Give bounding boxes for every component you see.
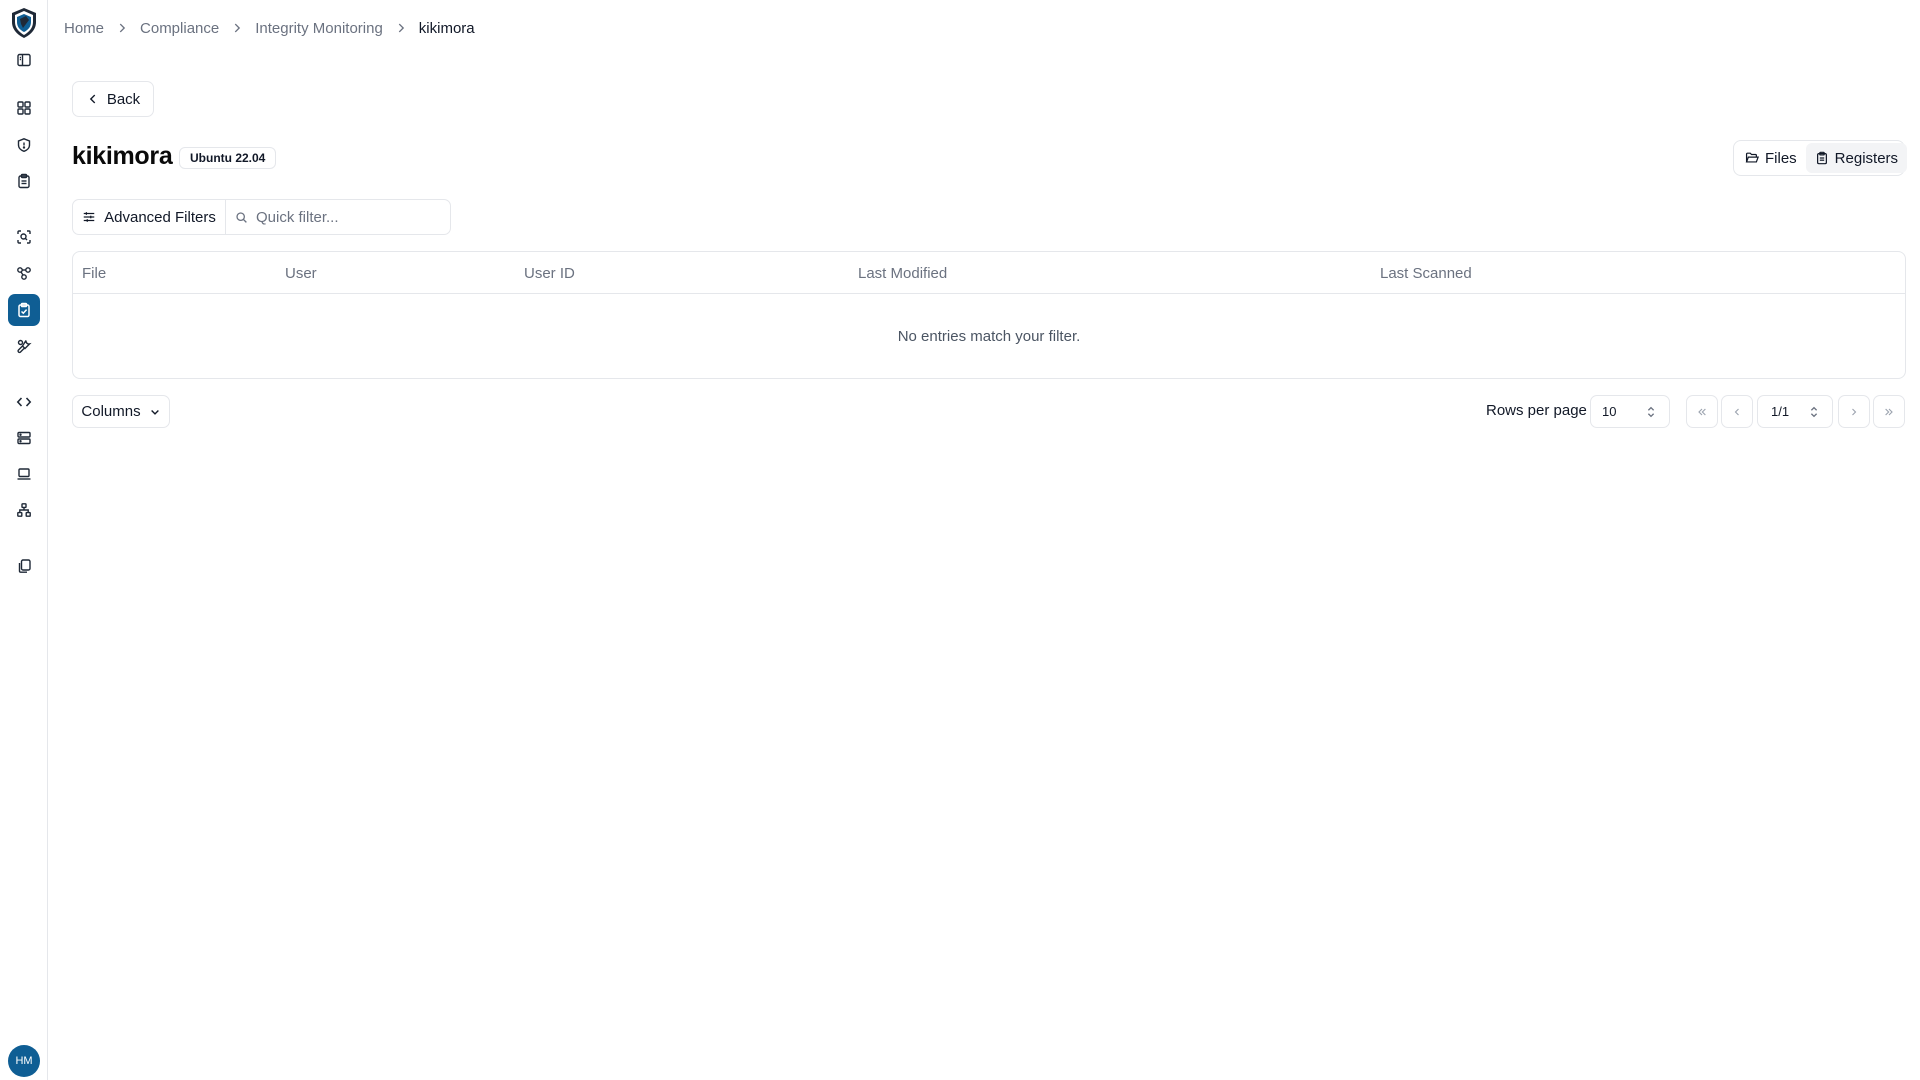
quick-filter xyxy=(226,200,450,234)
chevron-right-icon xyxy=(1852,408,1857,415)
breadcrumb: Home Compliance Integrity Monitoring kik… xyxy=(64,18,475,38)
chevron-down-icon xyxy=(150,409,159,415)
table-header: File User User ID Last Modified Last Sca… xyxy=(73,252,1905,294)
folder-open-icon xyxy=(1745,152,1759,163)
clipboard-icon[interactable] xyxy=(8,165,40,197)
user-avatar[interactable]: HM xyxy=(8,1045,40,1077)
advanced-filters-button[interactable]: Advanced Filters xyxy=(73,200,226,234)
chevron-left-icon xyxy=(89,94,96,104)
app-logo-icon[interactable] xyxy=(10,7,38,39)
chevron-right-icon xyxy=(398,23,404,33)
filter-bar: Advanced Filters xyxy=(72,199,451,235)
previous-page-button[interactable] xyxy=(1721,395,1753,428)
rows-per-page-select[interactable]: 10 xyxy=(1590,395,1670,428)
panel-toggle-icon[interactable] xyxy=(8,44,40,76)
column-header-file[interactable]: File xyxy=(82,265,106,282)
columns-button[interactable]: Columns xyxy=(72,395,170,428)
copy-icon[interactable] xyxy=(8,550,40,582)
chevron-right-icon xyxy=(235,23,241,33)
breadcrumb-home[interactable]: Home xyxy=(64,20,104,37)
page-select[interactable]: 1/1 xyxy=(1757,395,1833,428)
breadcrumb-compliance[interactable]: Compliance xyxy=(140,20,219,37)
nodes-icon[interactable] xyxy=(8,257,40,289)
chevron-left-icon xyxy=(1734,408,1739,415)
tools-icon[interactable] xyxy=(8,330,40,362)
data-table: File User User ID Last Modified Last Sca… xyxy=(72,251,1906,379)
sidebar: HM xyxy=(0,0,48,1080)
registers-toggle[interactable]: Registers xyxy=(1805,143,1908,173)
files-toggle[interactable]: Files xyxy=(1736,143,1806,173)
breadcrumb-integrity-monitoring[interactable]: Integrity Monitoring xyxy=(255,20,383,37)
next-page-button[interactable] xyxy=(1838,395,1870,428)
column-header-last-modified[interactable]: Last Modified xyxy=(858,265,947,282)
sliders-icon xyxy=(83,212,95,222)
server-icon[interactable] xyxy=(8,422,40,454)
page-indicator: 1/1 xyxy=(1771,404,1790,419)
chevrons-up-down-icon xyxy=(1810,406,1818,417)
registers-label: Registers xyxy=(1834,149,1899,167)
dashboard-icon[interactable] xyxy=(8,92,40,124)
back-label: Back xyxy=(106,90,141,108)
code-icon[interactable] xyxy=(8,386,40,418)
breadcrumb-current: kikimora xyxy=(418,19,475,37)
files-label: Files xyxy=(1765,149,1797,167)
chevrons-up-down-icon xyxy=(1647,406,1655,417)
column-header-user[interactable]: User xyxy=(285,265,317,282)
chevron-right-icon xyxy=(119,23,126,33)
laptop-icon[interactable] xyxy=(8,458,40,490)
clipboard-list-icon xyxy=(1816,151,1827,165)
search-icon xyxy=(236,211,247,223)
rows-per-page-value: 10 xyxy=(1602,404,1617,419)
rows-per-page-label: Rows per page xyxy=(1486,402,1587,419)
os-badge: Ubuntu 22.04 xyxy=(179,147,277,169)
last-page-button[interactable] xyxy=(1873,395,1905,428)
chevrons-left-icon xyxy=(1698,408,1706,415)
view-toggle: Files Registers xyxy=(1733,140,1908,176)
column-header-user-id[interactable]: User ID xyxy=(524,265,575,282)
chevrons-right-icon xyxy=(1885,408,1893,415)
network-icon[interactable] xyxy=(8,494,40,526)
page-title: kikimora xyxy=(72,142,173,170)
quick-filter-input[interactable] xyxy=(256,208,436,226)
first-page-button[interactable] xyxy=(1686,395,1718,428)
back-button[interactable]: Back xyxy=(72,81,154,117)
advanced-filters-label: Advanced Filters xyxy=(104,208,216,226)
empty-state-message: No entries match your filter. xyxy=(897,328,1081,345)
shield-icon[interactable] xyxy=(8,129,40,161)
scan-icon[interactable] xyxy=(8,221,40,253)
clipboard-check-icon[interactable] xyxy=(8,294,40,326)
column-header-last-scanned[interactable]: Last Scanned xyxy=(1380,265,1472,282)
columns-label: Columns xyxy=(81,403,141,420)
